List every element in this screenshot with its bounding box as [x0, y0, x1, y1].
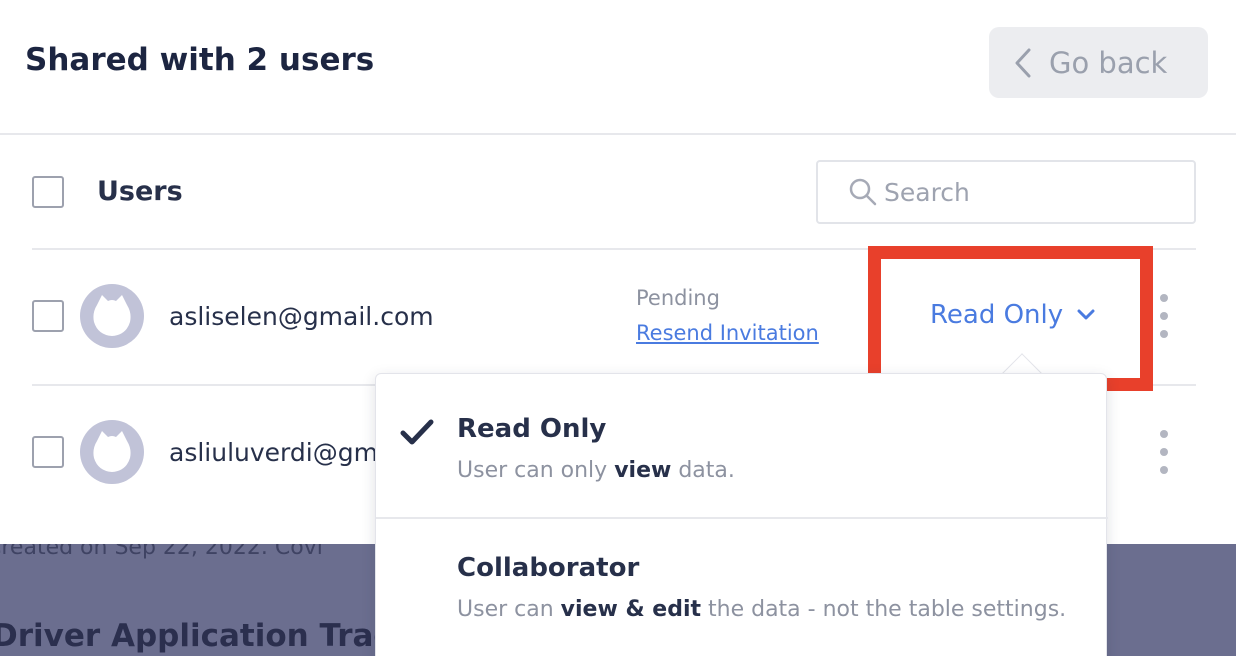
search-box[interactable] [816, 160, 1196, 224]
role-dropdown-menu: Read Only User can only view data. Colla… [375, 373, 1108, 656]
go-back-button[interactable]: Go back [989, 27, 1208, 98]
role-option-label: Read Only [457, 414, 607, 444]
resend-invitation-link[interactable]: Resend Invitation [636, 321, 819, 345]
role-option-description: User can only view data. [457, 458, 735, 483]
cat-avatar-icon [93, 431, 131, 472]
avatar [80, 420, 144, 484]
row-more-options-icon[interactable] [1156, 294, 1172, 338]
user-row-checkbox[interactable] [32, 300, 64, 332]
search-icon [849, 178, 877, 206]
users-table-header: Users [32, 160, 1196, 250]
go-back-label: Go back [1049, 45, 1168, 80]
modal-title: Shared with 2 users [25, 42, 375, 78]
invite-status: Pending [636, 286, 720, 310]
chevron-left-icon [1015, 48, 1031, 77]
select-all-checkbox[interactable] [32, 176, 64, 208]
user-row-checkbox[interactable] [32, 436, 64, 468]
role-option-read-only[interactable]: Read Only User can only view data. [376, 374, 1108, 519]
cat-avatar-icon [93, 295, 131, 336]
avatar [80, 284, 144, 348]
user-email: asliuluverdi@gm [169, 438, 378, 467]
role-option-description: User can view & edit the data - not the … [457, 597, 1067, 622]
role-option-collaborator[interactable]: Collaborator User can view & edit the da… [376, 519, 1108, 656]
modal-header: Shared with 2 users Go back [0, 0, 1236, 135]
background-page-title: Driver Application Track [0, 618, 413, 654]
role-option-label: Collaborator [457, 553, 640, 583]
users-column-label: Users [97, 176, 183, 207]
checkmark-icon [400, 419, 434, 445]
row-more-options-icon[interactable] [1156, 430, 1172, 474]
user-email: asliselen@gmail.com [169, 302, 434, 331]
search-input[interactable] [884, 177, 1174, 207]
